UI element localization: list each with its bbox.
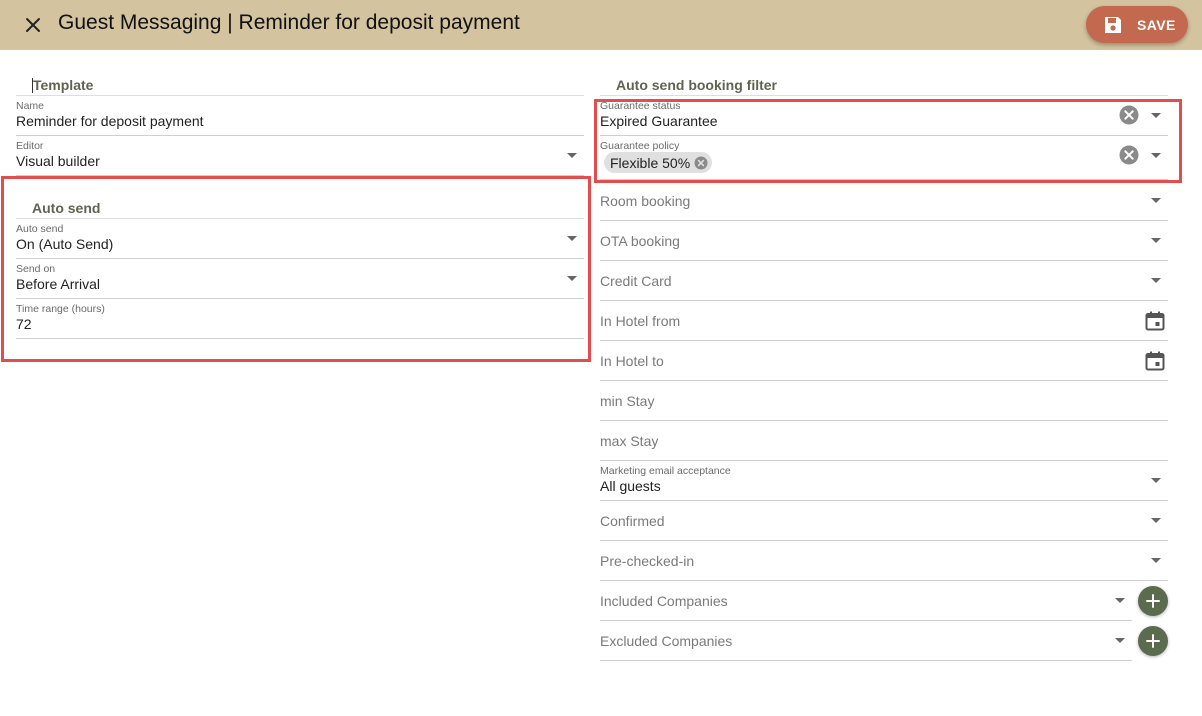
in-hotel-from-placeholder: In Hotel from — [600, 313, 681, 329]
chevron-down-icon[interactable] — [1151, 558, 1161, 563]
clear-circle-icon[interactable] — [1119, 105, 1139, 125]
ota-booking-select[interactable]: OTA booking — [600, 221, 1168, 261]
filter-section-title: Auto send booking filter — [616, 77, 777, 93]
editor-select[interactable]: Editor Visual builder — [16, 136, 584, 176]
room-booking-select[interactable]: Room booking — [600, 181, 1168, 221]
chevron-down-icon[interactable] — [1115, 598, 1125, 603]
save-button[interactable]: SAVE — [1086, 6, 1188, 43]
max-stay-input[interactable]: max Stay — [600, 421, 1168, 461]
chevron-down-icon[interactable] — [1151, 238, 1161, 243]
time-range-input[interactable]: Time range (hours) 72 — [16, 299, 584, 339]
name-field-value[interactable]: Reminder for deposit payment — [16, 113, 204, 129]
in-hotel-from-input[interactable]: In Hotel from — [600, 301, 1168, 341]
plus-icon — [1146, 594, 1160, 608]
plus-icon — [1146, 634, 1160, 648]
name-field[interactable]: Name Reminder for deposit payment — [16, 96, 584, 136]
chevron-down-icon[interactable] — [1151, 198, 1161, 203]
chip-remove-icon[interactable] — [694, 156, 708, 170]
chevron-down-icon[interactable] — [1115, 638, 1125, 643]
excluded-companies-placeholder: Excluded Companies — [600, 633, 733, 649]
top-bar: Guest Messaging | Reminder for deposit p… — [0, 0, 1202, 50]
chevron-down-icon[interactable] — [1151, 518, 1161, 523]
floppy-disk-icon — [1105, 16, 1121, 33]
ota-booking-placeholder: OTA booking — [600, 233, 680, 249]
editor-select-value: Visual builder — [16, 153, 100, 169]
send-on-select[interactable]: Send on Before Arrival — [16, 259, 584, 299]
page-title: Guest Messaging | Reminder for deposit p… — [58, 11, 520, 34]
in-hotel-to-placeholder: In Hotel to — [600, 353, 664, 369]
chevron-down-icon[interactable] — [1151, 113, 1161, 118]
guarantee-status-label: Guarantee status — [600, 100, 681, 112]
auto-send-select-label: Auto send — [16, 223, 64, 235]
guest-messaging-editor: Guest Messaging | Reminder for deposit p… — [0, 0, 1202, 716]
chevron-down-icon[interactable] — [1151, 478, 1161, 483]
clear-circle-icon[interactable] — [1119, 145, 1139, 165]
included-companies-select[interactable]: Included Companies — [600, 581, 1132, 621]
auto-send-select[interactable]: Auto send On (Auto Send) — [16, 219, 584, 259]
save-button-label: SAVE — [1137, 16, 1176, 33]
marketing-email-select[interactable]: Marketing email acceptance All guests — [600, 461, 1168, 501]
close-icon — [26, 18, 40, 32]
max-stay-placeholder: max Stay — [600, 433, 659, 449]
confirmed-select[interactable]: Confirmed — [600, 501, 1168, 541]
guarantee-policy-select[interactable]: Guarantee policy Flexible 50% — [600, 136, 1168, 180]
add-excluded-company-button[interactable] — [1138, 626, 1168, 656]
time-range-input-label: Time range (hours) — [16, 303, 105, 315]
guarantee-policy-chip-label: Flexible 50% — [610, 154, 691, 171]
close-button[interactable] — [20, 12, 46, 38]
send-on-select-label: Send on — [16, 263, 56, 275]
room-booking-placeholder: Room booking — [600, 193, 691, 209]
excluded-companies-select[interactable]: Excluded Companies — [600, 621, 1132, 661]
template-section-title: Template — [33, 77, 94, 93]
name-field-label: Name — [16, 100, 45, 112]
chevron-down-icon[interactable] — [567, 153, 577, 158]
calendar-icon[interactable] — [1145, 311, 1165, 331]
chevron-down-icon[interactable] — [567, 236, 577, 241]
time-range-input-value[interactable]: 72 — [16, 316, 32, 332]
text-cursor — [32, 78, 33, 93]
guarantee-status-select[interactable]: Guarantee status Expired Guarantee — [600, 96, 1168, 136]
auto-send-section-title: Auto send — [32, 200, 101, 216]
guarantee-status-value: Expired Guarantee — [600, 113, 718, 129]
guarantee-policy-label: Guarantee policy — [600, 140, 680, 152]
send-on-select-value: Before Arrival — [16, 276, 101, 292]
min-stay-placeholder: min Stay — [600, 393, 655, 409]
marketing-email-value: All guests — [600, 478, 661, 494]
chevron-down-icon[interactable] — [1151, 153, 1161, 158]
included-companies-placeholder: Included Companies — [600, 593, 728, 609]
chevron-down-icon[interactable] — [567, 276, 577, 281]
confirmed-placeholder: Confirmed — [600, 513, 665, 529]
pre-checked-in-select[interactable]: Pre-checked-in — [600, 541, 1168, 581]
in-hotel-to-input[interactable]: In Hotel to — [600, 341, 1168, 381]
credit-card-placeholder: Credit Card — [600, 273, 672, 289]
add-included-company-button[interactable] — [1138, 586, 1168, 616]
credit-card-select[interactable]: Credit Card — [600, 261, 1168, 301]
guarantee-policy-chip[interactable]: Flexible 50% — [604, 152, 713, 173]
editor-select-label: Editor — [16, 140, 44, 152]
min-stay-input[interactable]: min Stay — [600, 381, 1168, 421]
pre-checked-in-placeholder: Pre-checked-in — [600, 553, 695, 569]
auto-send-select-value: On (Auto Send) — [16, 236, 114, 252]
chevron-down-icon[interactable] — [1151, 278, 1161, 283]
calendar-icon[interactable] — [1145, 351, 1165, 371]
marketing-email-label: Marketing email acceptance — [600, 465, 731, 477]
